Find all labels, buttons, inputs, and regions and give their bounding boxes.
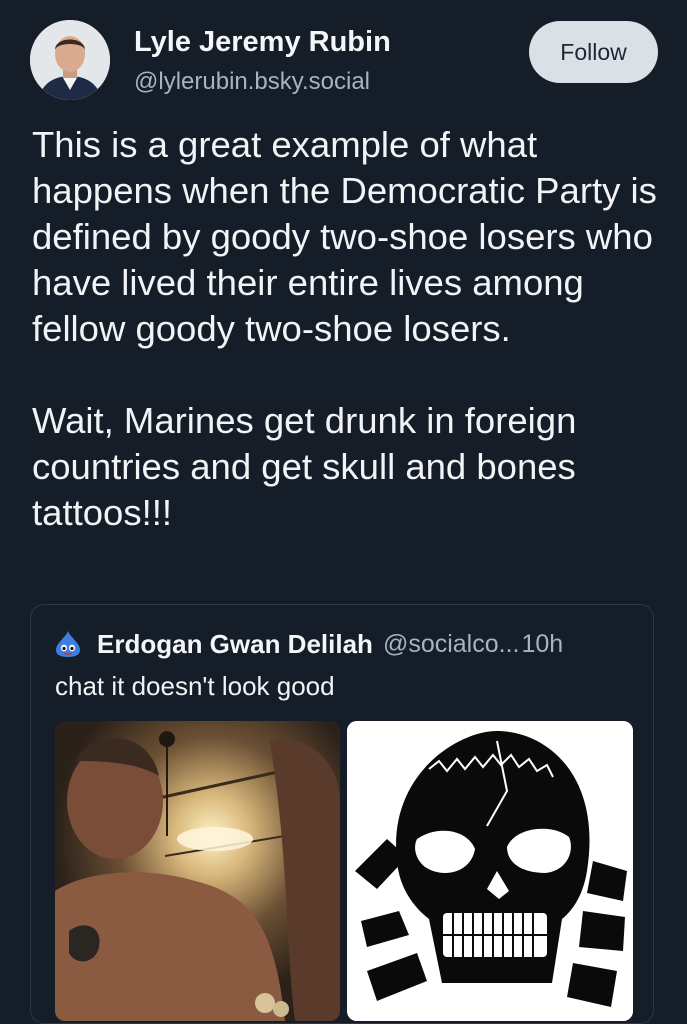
author-avatar[interactable] [30,20,110,100]
post-paragraph: This is a great example of what happens … [32,124,657,349]
quoted-image-photo[interactable] [55,721,340,1021]
follow-button[interactable]: Follow [529,21,658,83]
post-header: Lyle Jeremy Rubin @lylerubin.bsky.social… [30,18,660,102]
post-paragraph: Wait, Marines get drunk in foreign count… [32,400,577,533]
photo-shirtless-man [55,721,340,1021]
avatar-photo [30,20,110,100]
quoted-post-card[interactable]: Erdogan Gwan Delilah @socialco... 10h ch… [30,604,654,1024]
author-handle[interactable]: @lylerubin.bsky.social [134,68,370,96]
author-display-name[interactable]: Lyle Jeremy Rubin [134,26,391,59]
quoted-timestamp[interactable]: 10h [521,630,563,659]
skull-and-bones-emblem [347,721,633,1021]
quoted-image-emblem[interactable] [347,721,633,1021]
quoted-author-name[interactable]: Erdogan Gwan Delilah [97,629,373,660]
quoted-post-header: Erdogan Gwan Delilah @socialco... 10h [53,629,633,659]
quoted-post-text: chat it doesn't look good [55,671,335,701]
quoted-author-handle[interactable]: @socialco... [383,630,520,659]
post-body: This is a great example of what happens … [32,122,660,536]
blue-slime-icon[interactable] [53,629,83,659]
